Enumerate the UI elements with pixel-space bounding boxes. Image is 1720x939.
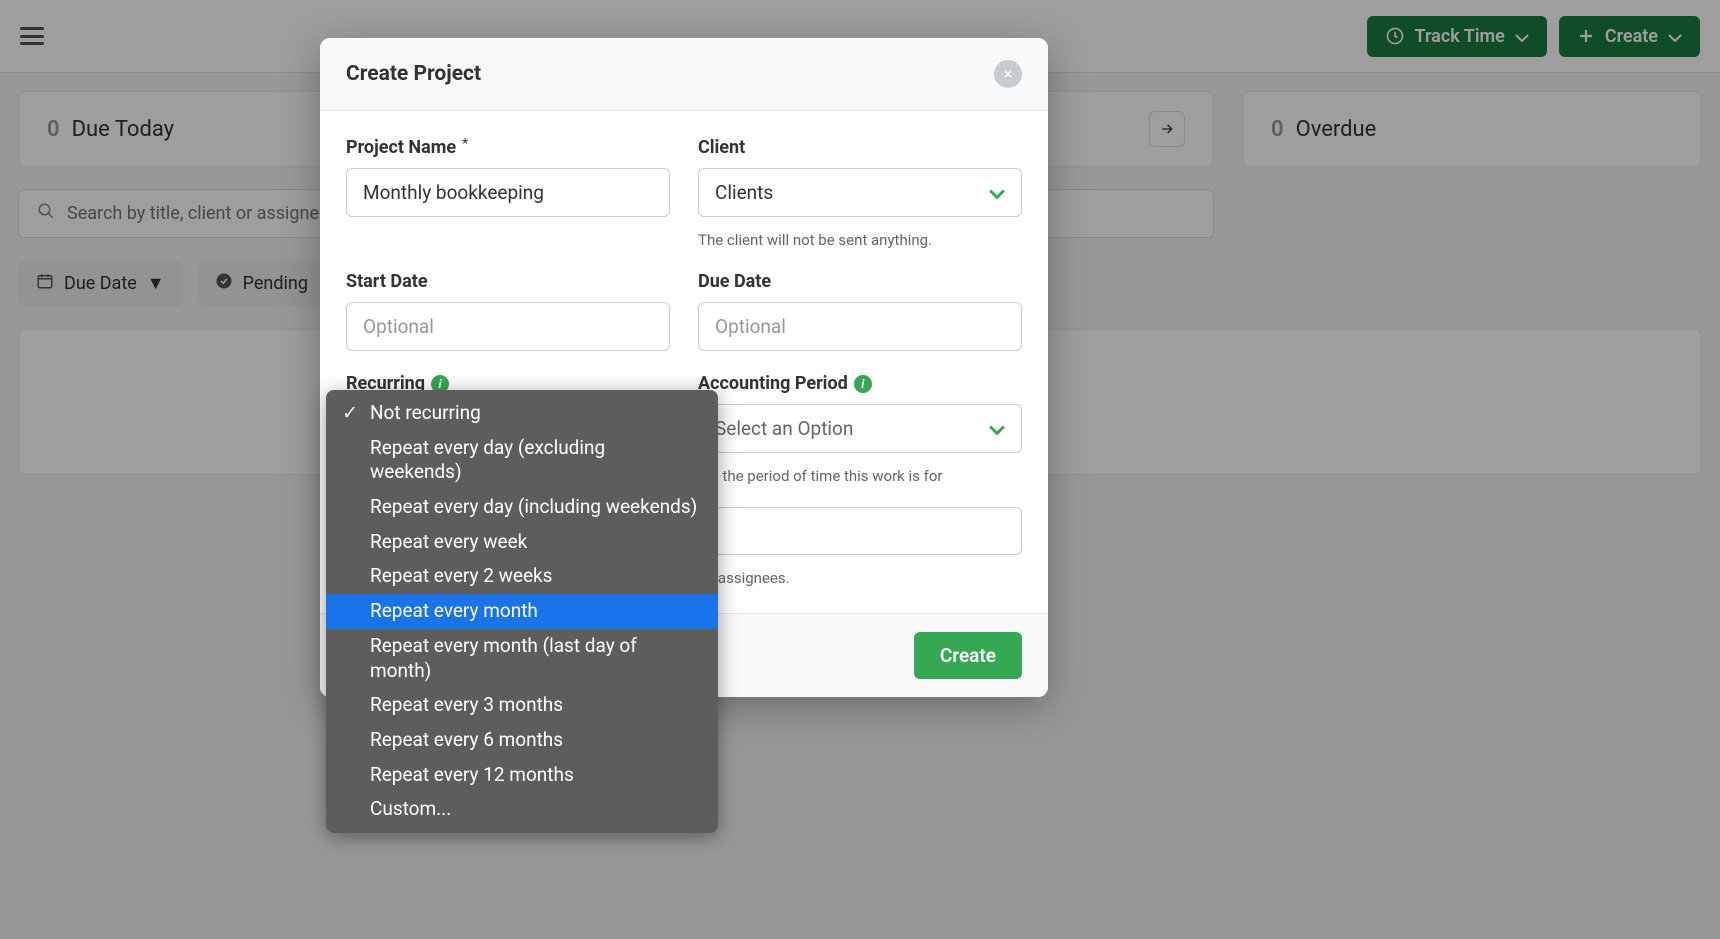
assignees-input[interactable] (698, 507, 1022, 555)
due-date-input[interactable] (698, 302, 1022, 351)
accounting-period-helper: ect the period of time this work is for (698, 467, 1022, 485)
accounting-period-placeholder: Select an Option (715, 417, 853, 440)
dropdown-item[interactable]: Repeat every 3 months (326, 688, 718, 723)
dropdown-item[interactable]: Repeat every 2 weeks (326, 559, 718, 594)
dropdown-item[interactable]: Repeat every month (last day of month) (326, 629, 718, 688)
chevron-down-icon (989, 181, 1005, 204)
dropdown-item[interactable]: Repeat every day (excluding weekends) (326, 431, 718, 490)
client-value: Clients (715, 181, 773, 204)
start-date-group: Start Date (346, 271, 670, 351)
accounting-period-label: Accounting Period (698, 373, 848, 394)
project-name-group: Project Name * (346, 137, 670, 249)
start-date-input[interactable] (346, 302, 670, 351)
dropdown-item[interactable]: Not recurring (326, 396, 718, 431)
close-icon (1002, 65, 1014, 84)
dropdown-item[interactable]: Repeat every day (including weekends) (326, 490, 718, 525)
assignees-helper: he assignees. (698, 569, 1022, 587)
close-button[interactable] (994, 60, 1022, 88)
project-name-input[interactable] (346, 168, 670, 217)
project-name-label: Project Name (346, 137, 456, 158)
client-group: Client Clients The client will not be se… (698, 137, 1022, 249)
accounting-period-select[interactable]: Select an Option (698, 404, 1022, 453)
due-date-label: Due Date (698, 271, 771, 292)
accounting-period-group: Accounting Period i Select an Option ect… (698, 373, 1022, 485)
due-date-group: Due Date (698, 271, 1022, 351)
dropdown-item[interactable]: Custom... (326, 792, 718, 827)
recurring-dropdown: Not recurringRepeat every day (excluding… (326, 390, 718, 833)
assignees-group: he assignees. (698, 507, 1022, 587)
dropdown-item[interactable]: Repeat every 6 months (326, 723, 718, 758)
client-select[interactable]: Clients (698, 168, 1022, 217)
info-icon: i (854, 375, 872, 393)
dropdown-item[interactable]: Repeat every week (326, 525, 718, 560)
modal-create-button[interactable]: Create (914, 632, 1022, 679)
required-indicator: * (462, 136, 468, 152)
client-helper: The client will not be sent anything. (698, 231, 1022, 249)
client-label: Client (698, 137, 745, 158)
start-date-label: Start Date (346, 271, 428, 292)
dropdown-item[interactable]: Repeat every 12 months (326, 758, 718, 793)
chevron-down-icon (989, 417, 1005, 440)
dropdown-item[interactable]: Repeat every month (326, 594, 718, 629)
modal-title: Create Project (346, 62, 481, 86)
